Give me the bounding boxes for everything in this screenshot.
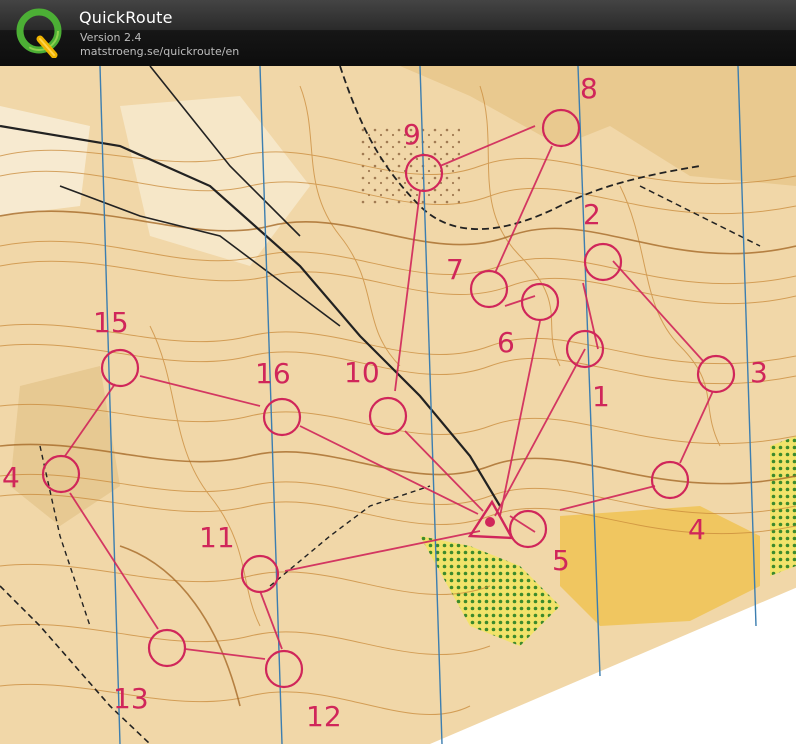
app-url-link[interactable]: matstroeng.se/quickroute/en: [80, 45, 239, 58]
app-header: QuickRoute Version 2.4 matstroeng.se/qui…: [0, 0, 796, 66]
control-label-8: 8: [580, 72, 598, 105]
dotted-area-2: [770, 436, 796, 576]
control-label-4: 4: [688, 513, 706, 546]
control-label-5: 5: [552, 544, 570, 577]
control-label-14: 4: [2, 461, 20, 494]
control-label-7: 7: [446, 253, 464, 286]
control-label-9: 9: [403, 118, 421, 151]
orienteering-map[interactable]: 1 2 3 4 5 6 7 8 9 10 11 12 13 4 15 16: [0, 66, 796, 744]
control-label-12: 12: [306, 700, 342, 733]
control-label-15: 15: [93, 306, 129, 339]
control-label-2: 2: [583, 198, 601, 231]
control-label-6: 6: [497, 326, 515, 359]
control-label-16: 16: [255, 357, 291, 390]
control-label-11: 11: [199, 521, 235, 554]
control-label-3: 3: [750, 356, 768, 389]
control-label-10: 10: [344, 356, 380, 389]
map-canvas: 1 2 3 4 5 6 7 8 9 10 11 12 13 4 15 16: [0, 66, 796, 744]
app-title: QuickRoute: [79, 8, 173, 27]
app-version: Version 2.4: [80, 31, 142, 44]
control-label-1: 1: [592, 380, 610, 413]
finish-point-icon: [485, 517, 495, 527]
quickroute-logo-icon: [16, 8, 62, 58]
control-label-13: 13: [113, 682, 149, 715]
